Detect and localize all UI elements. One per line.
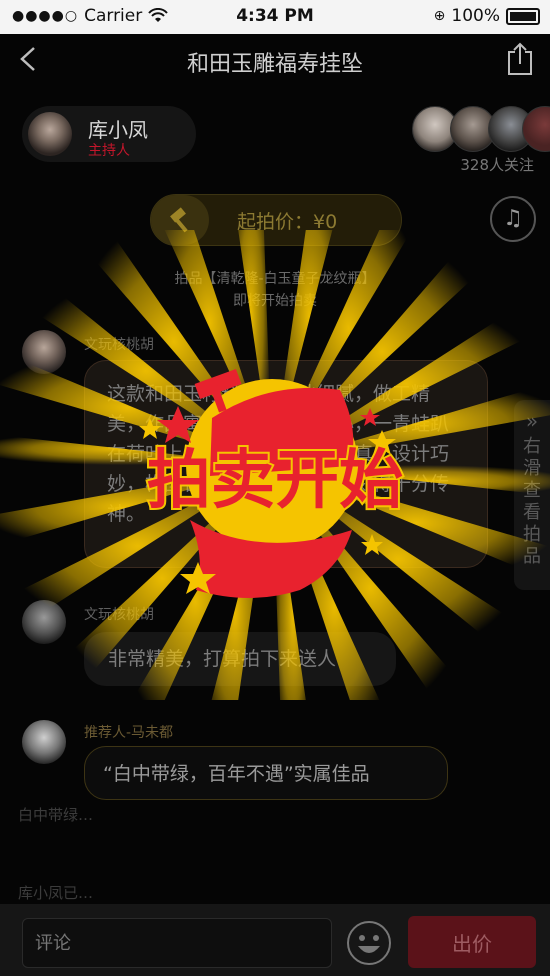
faded-text: 白中带绿… — [18, 806, 94, 824]
music-note-icon[interactable]: ♫ — [490, 196, 536, 242]
battery-icon — [506, 7, 540, 25]
message-bubble: 非常精美，打算拍下来送人 — [84, 632, 396, 686]
avatar — [22, 600, 66, 644]
lot-notice: 拍品【清乾隆-白玉童子龙纹瓶】 即将开始拍卖 — [0, 268, 550, 312]
message-text: 这款和田玉籽料挂件质地细腻，做工精美，作品寓意福寿，独具匠心，一青蛙趴在荷叶上，… — [107, 383, 450, 525]
message-author: 推荐人-马未都 — [84, 725, 174, 741]
message-author: 文玩核桃胡 — [84, 607, 154, 623]
host-role: 主持人 — [88, 143, 130, 159]
host-card[interactable]: 库小凤 主持人 — [22, 106, 196, 162]
share-icon[interactable] — [506, 42, 534, 76]
chevron-right-icon: » — [525, 409, 539, 433]
message-bubble: 这款和田玉籽料挂件质地细腻，做工精美，作品寓意福寿，独具匠心，一青蛙趴在荷叶上，… — [84, 360, 488, 568]
status-bar: ●●●●○ Carrier 4:34 PM ⊕ 100% — [0, 0, 550, 34]
host-name: 库小凤 — [88, 118, 148, 142]
message-text: 非常精美，打算拍下来送人 — [108, 648, 337, 670]
message-bubble: “白中带绿，百年不遇”实属佳品 — [84, 746, 448, 800]
lot-title: 拍品【清乾隆-白玉童子龙纹瓶】 — [174, 271, 376, 287]
comment-input[interactable] — [22, 918, 332, 968]
navbar: 和田玉雕福寿挂坠 — [0, 34, 550, 88]
rotation-lock-icon: ⊕ — [433, 8, 446, 24]
followers-group[interactable]: 328人关注 — [410, 104, 550, 174]
lot-status: 即将开始拍卖 — [233, 293, 317, 309]
faded-text: 库小凤已… — [18, 884, 94, 902]
battery-label: 100% — [451, 6, 500, 26]
message-text: “白中带绿，百年不遇”实属佳品 — [103, 763, 370, 785]
host-avatar — [28, 112, 72, 156]
emoji-icon[interactable] — [346, 920, 392, 966]
bid-button[interactable]: 出价 — [408, 916, 536, 968]
avatar — [22, 720, 66, 764]
gavel-icon — [151, 195, 209, 245]
start-price-pill: 起拍价：¥0 — [150, 194, 402, 246]
bottom-bar: 出价 — [0, 904, 550, 976]
side-tab-label: 右滑查看拍品 — [523, 436, 541, 567]
start-price-label: 起拍价：¥0 — [237, 211, 338, 233]
swipe-to-view-tab[interactable]: » 右滑查看拍品 — [514, 400, 550, 590]
message-author: 文玩核桃胡 — [84, 337, 154, 353]
avatar — [22, 330, 66, 374]
page-title: 和田玉雕福寿挂坠 — [186, 52, 363, 77]
status-right: ⊕ 100% — [434, 6, 540, 26]
follower-count: 328人关注 — [460, 156, 534, 174]
